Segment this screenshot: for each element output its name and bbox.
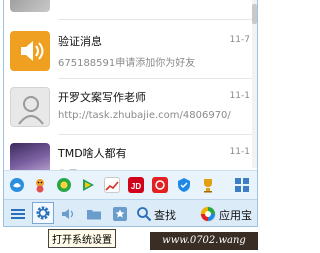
stock-icon[interactable] xyxy=(104,177,120,193)
lottery-icon[interactable] xyxy=(152,177,168,193)
video-icon[interactable] xyxy=(80,177,96,193)
contact-name: TMD啥人都有 xyxy=(58,147,127,160)
list-item[interactable]: 开罗文案写作老师 http://task.zhubajie.com/480697… xyxy=(4,79,257,135)
scrollbar-thumb[interactable] xyxy=(252,4,257,24)
search-label: 查找 xyxy=(154,209,176,222)
jd-icon[interactable]: JD xyxy=(128,177,144,193)
search-icon xyxy=(137,207,152,222)
apps-grid-icon[interactable] xyxy=(234,177,250,193)
bottom-toolbar: 查找 应用宝 xyxy=(4,199,257,226)
app-bar: JD xyxy=(4,170,257,199)
trophy-icon[interactable] xyxy=(200,177,216,193)
default-avatar-icon xyxy=(10,87,50,127)
speaker-icon[interactable] xyxy=(60,206,76,222)
folder-icon[interactable] xyxy=(86,206,102,222)
message-date: 11-1 xyxy=(229,147,250,157)
qzone-icon[interactable] xyxy=(9,177,25,193)
avatar xyxy=(10,0,50,12)
message-preview: 675188591申请添加你为好友 xyxy=(58,58,196,69)
contact-name: 验证消息 xyxy=(58,35,102,48)
wallet-icon[interactable] xyxy=(56,177,72,193)
divider xyxy=(58,19,257,20)
scrollbar[interactable] xyxy=(252,0,257,168)
star-icon[interactable] xyxy=(112,206,128,222)
message-panel: 验证消息 675188591申请添加你为好友 11-7 开罗文案写作老师 htt… xyxy=(3,0,258,227)
message-date: 11-7 xyxy=(229,35,250,45)
settings-tooltip: 打开系统设置 xyxy=(48,229,116,248)
list-item[interactable]: 验证消息 675188591申请添加你为好友 11-7 xyxy=(4,23,257,79)
menu-icon[interactable] xyxy=(10,206,26,222)
gear-icon[interactable] xyxy=(32,202,54,224)
search-button[interactable]: 查找 xyxy=(136,206,196,222)
speaker-icon xyxy=(10,31,50,71)
appstore-icon xyxy=(200,206,216,222)
watermark: www.0702.wang xyxy=(150,232,258,250)
appstore-label: 应用宝 xyxy=(219,209,252,222)
svg-text:JD: JD xyxy=(131,182,141,191)
list-item[interactable] xyxy=(4,0,257,20)
shield-icon[interactable] xyxy=(176,177,192,193)
message-preview: http://task.zhubajie.com/4806970/ xyxy=(58,110,231,121)
message-date: 11-1 xyxy=(229,91,250,101)
appstore-button[interactable]: 应用宝 xyxy=(200,206,257,222)
contact-name: 开罗文案写作老师 xyxy=(58,91,146,104)
pet-icon[interactable] xyxy=(32,177,48,193)
